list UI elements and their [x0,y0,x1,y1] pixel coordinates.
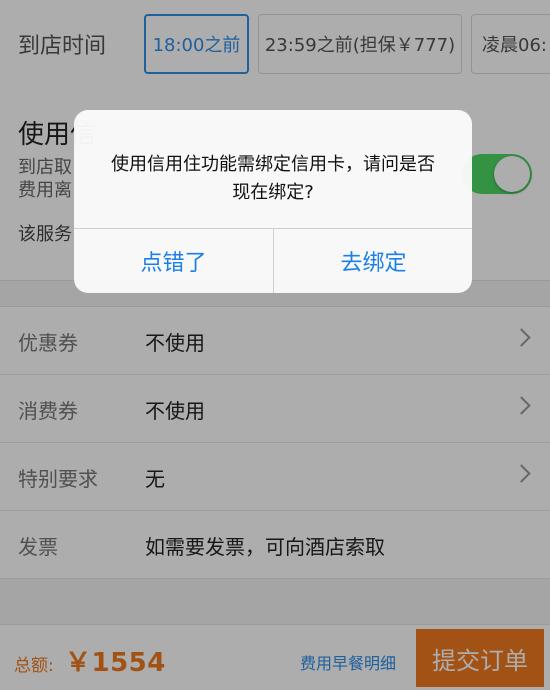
dialog-cancel-button[interactable]: 点错了 [74,229,273,293]
modal-overlay [0,0,550,690]
dialog-confirm-button[interactable]: 去绑定 [274,229,472,293]
dialog-message-line1: 使用信用住功能需绑定信用卡，请问是否 [111,154,435,175]
bind-card-dialog: 使用信用住功能需绑定信用卡，请问是否 现在绑定? 点错了 去绑定 [74,110,472,293]
booking-page: 到店时间 18:00之前 23:59之前(担保￥777) 凌晨06: 使用信 到… [0,0,550,691]
dialog-message-line2: 现在绑定? [232,182,314,203]
